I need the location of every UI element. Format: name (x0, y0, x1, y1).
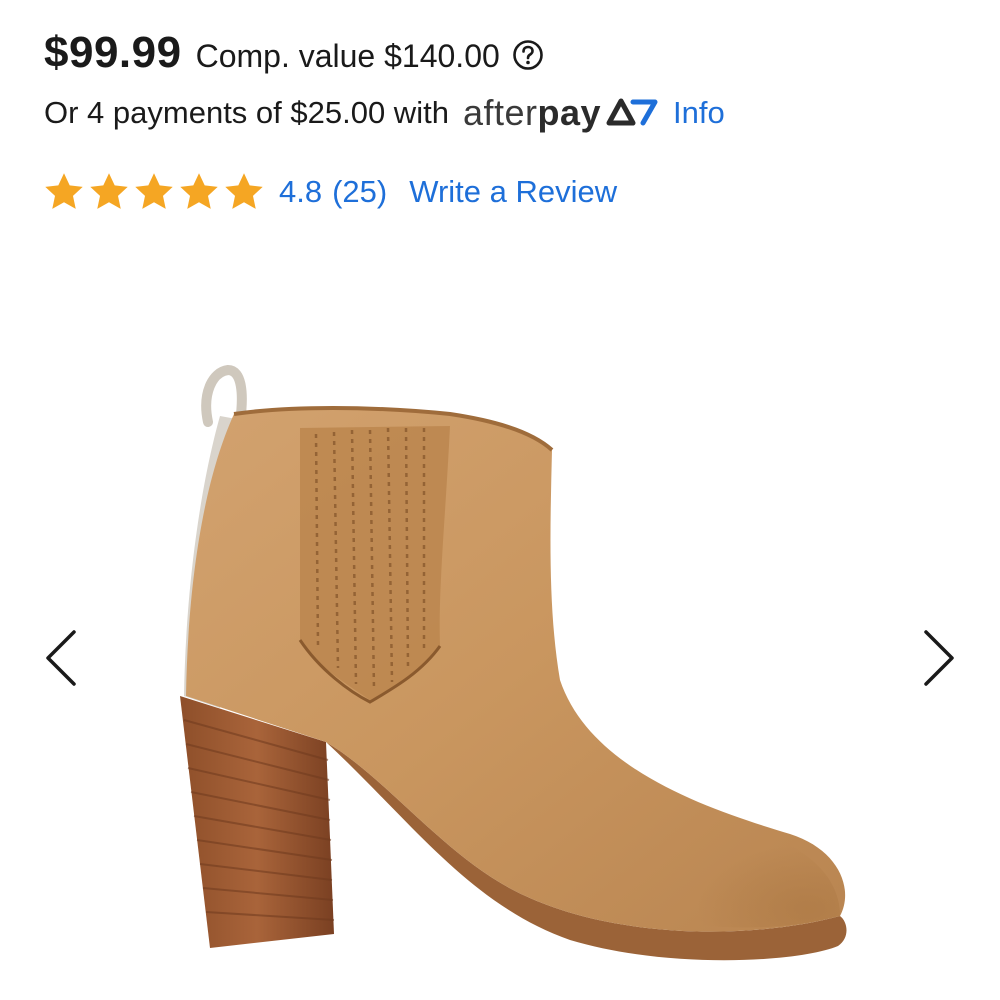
star-icon (135, 173, 173, 209)
star-icon (90, 173, 128, 209)
comparison-value: Comp. value $140.00 (195, 38, 500, 74)
help-circle-icon[interactable] (512, 39, 544, 71)
star-icon (45, 173, 83, 209)
gallery-next-button[interactable] (918, 626, 958, 690)
afterpay-logo-light: after (462, 92, 538, 133)
chevron-left-icon (46, 630, 76, 686)
chevron-right-icon (924, 630, 954, 686)
installment-text: Or 4 payments of $25.00 with (44, 95, 449, 130)
price-row: $99.99 Comp. value $140.00 (44, 28, 544, 78)
installment-payment-row: Or 4 payments of $25.00 with after pay In… (44, 92, 725, 134)
afterpay-arrows-icon (605, 94, 659, 136)
gallery-prev-button[interactable] (42, 626, 82, 690)
review-count[interactable]: (25) (332, 174, 387, 210)
rating-value[interactable]: 4.8 (279, 174, 322, 210)
product-image[interactable] (150, 350, 870, 980)
star-icon (180, 173, 218, 209)
star-rating[interactable] (42, 170, 267, 214)
afterpay-logo-bold: pay (537, 92, 602, 133)
afterpay-logo: after pay (463, 92, 659, 134)
ankle-boot-illustration (180, 364, 847, 961)
rating-row: 4.8 (25) Write a Review (42, 170, 617, 214)
afterpay-info-link[interactable]: Info (673, 95, 725, 131)
write-review-link[interactable]: Write a Review (409, 174, 617, 210)
product-price: $99.99 (44, 28, 182, 77)
product-detail-page: $99.99 Comp. value $140.00 Or 4 payments… (0, 0, 1000, 1000)
star-icon (225, 173, 263, 209)
